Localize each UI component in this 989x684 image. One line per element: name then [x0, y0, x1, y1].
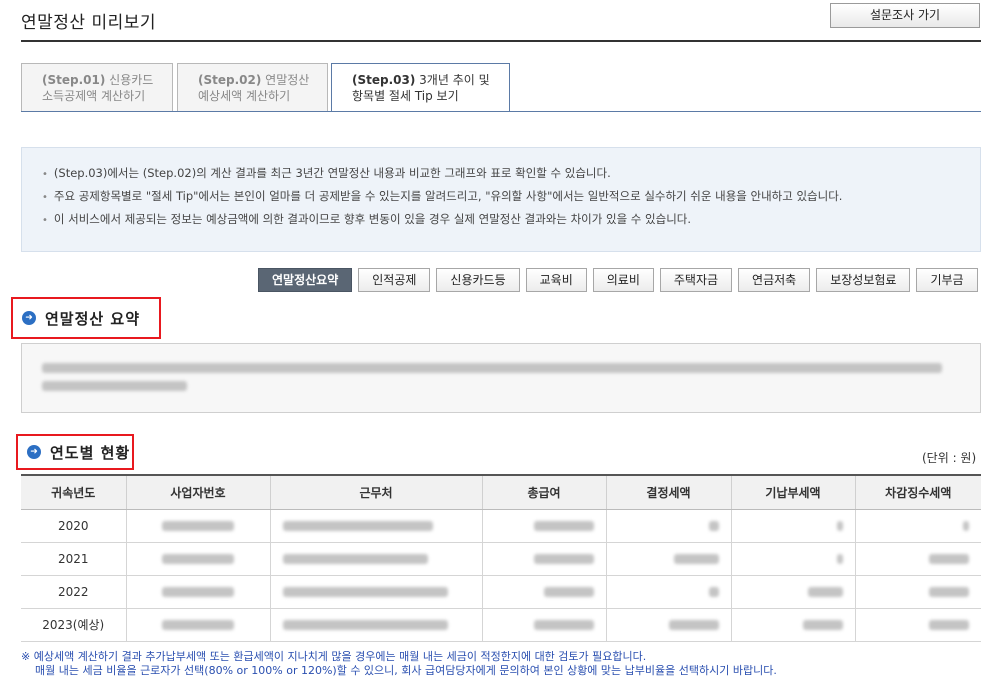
- filter-credit-card-button[interactable]: 신용카드등: [436, 268, 520, 292]
- footnote-line: 매월 내는 세금 비율을 근로자가 선택(80% or 100% or 120%…: [35, 664, 777, 677]
- tab-step-02[interactable]: (Step.02) 연말정산 예상세액 계산하기: [177, 63, 328, 111]
- year-cell: 2023(예상): [21, 608, 126, 642]
- blurred-cell: [605, 542, 731, 576]
- filter-insurance-button[interactable]: 보장성보험료: [816, 268, 911, 292]
- blurred-cell: [125, 575, 270, 609]
- blurred-cell: [481, 542, 606, 576]
- col-header: 결정세액: [605, 474, 731, 510]
- page-title: 연말정산 미리보기: [21, 13, 157, 33]
- footnote-line: ※ 예상세액 계산하기 결과 추가납부세액 또는 환급세액이 지나치게 많을 경…: [21, 650, 647, 663]
- yearly-status-table: 귀속년도 사업자번호 근무처 총급여 결정세액 기납부세액 차감징수세액 202…: [21, 474, 981, 642]
- survey-button[interactable]: 설문조사 가기: [830, 3, 980, 28]
- blurred-cell: [854, 542, 981, 576]
- blurred-cell: [125, 542, 270, 576]
- table-row: 2020: [21, 509, 981, 543]
- footnote: ※ 예상세액 계산하기 결과 추가납부세액 또는 환급세액이 지나치게 많을 경…: [21, 650, 777, 678]
- yearly-section-heading: ➜ 연도별 현황: [16, 434, 134, 470]
- tab-line1: 연말정산: [265, 73, 310, 87]
- table-row: 2022: [21, 575, 981, 609]
- table-row: 2021: [21, 542, 981, 576]
- arrow-right-circle-icon: ➜: [27, 445, 41, 459]
- filter-donation-button[interactable]: 기부금: [916, 268, 978, 292]
- filter-summary-button[interactable]: 연말정산요약: [258, 268, 353, 292]
- tab-step-label: (Step.03): [352, 73, 416, 87]
- blurred-cell: [481, 575, 606, 609]
- tab-step-label: (Step.02): [198, 73, 262, 87]
- col-header: 기납부세액: [730, 474, 855, 510]
- info-line: (Step.03)에서는 (Step.02)의 계산 결과를 최근 3년간 연말…: [42, 165, 980, 188]
- blurred-cell: [269, 608, 482, 642]
- blurred-cell: [730, 575, 855, 609]
- arrow-right-circle-icon: ➜: [22, 311, 36, 325]
- unit-label: (단위 : 원): [922, 451, 977, 465]
- blurred-cell: [125, 509, 270, 543]
- blurred-cell: [854, 575, 981, 609]
- category-filter-bar: 연말정산요약 인적공제 신용카드등 교육비 의료비 주택자금 연금저축 보장성보…: [258, 268, 978, 292]
- blurred-cell: [269, 509, 482, 543]
- blurred-cell: [730, 608, 855, 642]
- section-title: 연도별 현황: [50, 443, 131, 462]
- col-header: 차감징수세액: [854, 474, 981, 510]
- tab-step-label: (Step.01): [42, 73, 106, 87]
- section-title: 연말정산 요약: [45, 309, 141, 328]
- table-header-row: 귀속년도 사업자번호 근무처 총급여 결정세액 기납부세액 차감징수세액: [21, 474, 981, 510]
- blurred-cell: [269, 542, 482, 576]
- blurred-cell: [481, 509, 606, 543]
- tab-line1: 신용카드: [109, 73, 154, 87]
- table-row: 2023(예상): [21, 608, 981, 642]
- blurred-cell: [854, 509, 981, 543]
- blurred-cell: [730, 542, 855, 576]
- blurred-cell: [605, 509, 731, 543]
- col-header: 사업자번호: [125, 474, 270, 510]
- filter-education-button[interactable]: 교육비: [525, 268, 587, 292]
- summary-box: [21, 343, 981, 413]
- blurred-cell: [730, 509, 855, 543]
- blurred-cell: [481, 608, 606, 642]
- blurred-cell: [125, 608, 270, 642]
- blurred-cell: [605, 608, 731, 642]
- year-cell: 2020: [21, 509, 126, 543]
- summary-section-heading: ➜ 연말정산 요약: [11, 297, 161, 339]
- filter-housing-button[interactable]: 주택자금: [659, 268, 733, 292]
- tab-line1: 3개년 추이 및: [419, 73, 490, 87]
- year-cell: 2022: [21, 575, 126, 609]
- col-header: 귀속년도: [21, 474, 126, 510]
- blurred-summary-line: [42, 360, 980, 378]
- info-line: 이 서비스에서 제공되는 정보는 예상금액에 의한 결과이므로 향후 변동이 있…: [42, 211, 980, 234]
- filter-pension-button[interactable]: 연금저축: [738, 268, 811, 292]
- blurred-cell: [854, 608, 981, 642]
- year-cell: 2021: [21, 542, 126, 576]
- blurred-cell: [269, 575, 482, 609]
- tab-line2: 항목별 절세 Tip 보기: [352, 89, 459, 103]
- filter-medical-button[interactable]: 의료비: [592, 268, 654, 292]
- title-divider: [21, 40, 981, 42]
- filter-personal-deduction-button[interactable]: 인적공제: [358, 268, 431, 292]
- info-box: (Step.03)에서는 (Step.02)의 계산 결과를 최근 3년간 연말…: [21, 147, 981, 252]
- col-header: 근무처: [269, 474, 482, 510]
- tab-line2: 소득공제액 계산하기: [42, 89, 146, 103]
- info-line: 주요 공제항목별로 "절세 Tip"에서는 본인이 얼마를 더 공제받을 수 있…: [42, 188, 980, 211]
- tab-line2: 예상세액 계산하기: [198, 89, 291, 103]
- blurred-cell: [605, 575, 731, 609]
- tabs-baseline: [21, 111, 981, 112]
- tab-step-03[interactable]: (Step.03) 3개년 추이 및 항목별 절세 Tip 보기: [331, 63, 510, 112]
- step-tabs: (Step.01) 신용카드 소득공제액 계산하기 (Step.02) 연말정산…: [21, 63, 981, 112]
- col-header: 총급여: [481, 474, 606, 510]
- tab-step-01[interactable]: (Step.01) 신용카드 소득공제액 계산하기: [21, 63, 173, 111]
- blurred-summary-line: [42, 378, 980, 396]
